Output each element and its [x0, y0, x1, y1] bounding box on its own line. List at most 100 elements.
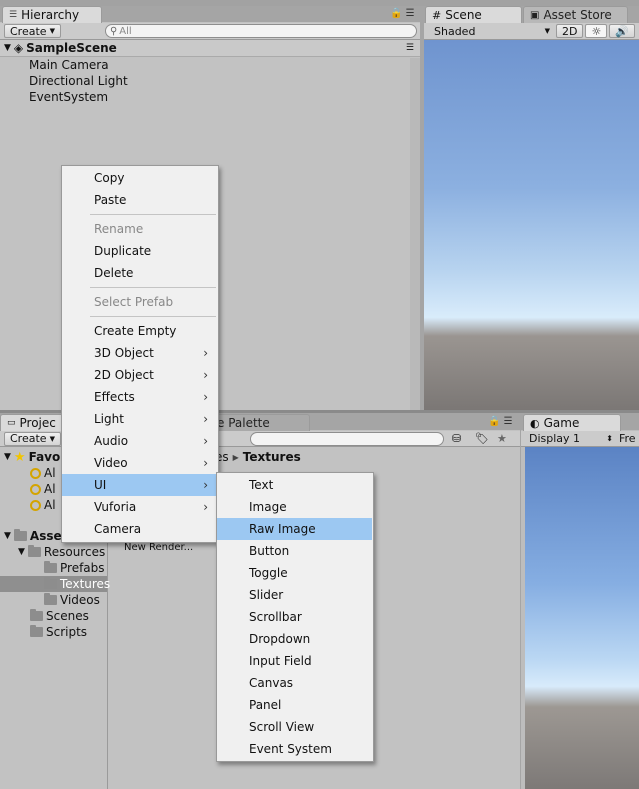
- tab-asset-store[interactable]: ▣ Asset Store: [523, 6, 628, 23]
- submenu-item-toggle[interactable]: Toggle: [217, 562, 372, 584]
- menu-item-delete[interactable]: Delete: [62, 262, 218, 284]
- scene-menu-icon[interactable]: ☰: [406, 43, 414, 53]
- menu-item-video[interactable]: Video ›: [62, 452, 218, 474]
- tab-game[interactable]: ◐ Game: [523, 414, 621, 431]
- submenu-item-dropdown[interactable]: Dropdown: [217, 628, 372, 650]
- panel-controls[interactable]: 🔒 ☰: [390, 8, 415, 19]
- filter-by-label-icon[interactable]: 🏷: [475, 432, 489, 445]
- menu-item-ui[interactable]: UI ›: [62, 474, 218, 496]
- submenu-item-event-system[interactable]: Event System: [217, 738, 372, 760]
- shading-dropdown[interactable]: Shaded ▼: [434, 25, 550, 38]
- assets-header[interactable]: ▼ Asse: [4, 528, 62, 544]
- tab-scene[interactable]: # Scene: [425, 6, 522, 23]
- menu-icon[interactable]: ☰: [406, 8, 415, 19]
- menu-separator: [90, 214, 216, 215]
- submenu-item-button[interactable]: Button: [217, 540, 372, 562]
- scene-viewport[interactable]: [424, 40, 639, 410]
- submenu-item-input-field[interactable]: Input Field: [217, 650, 372, 672]
- chevron-right-icon: ›: [203, 500, 208, 514]
- favorites-item[interactable]: Al: [30, 465, 56, 481]
- star-icon: ★: [13, 449, 26, 465]
- search-filter-icon: [30, 483, 41, 495]
- favorites-item[interactable]: Al: [30, 497, 56, 513]
- favorites-item[interactable]: Al: [30, 481, 56, 497]
- menu-item-duplicate[interactable]: Duplicate: [62, 240, 218, 262]
- chevron-right-icon: ›: [203, 456, 208, 470]
- aspect-dropdown[interactable]: Fre: [619, 432, 636, 445]
- menu-item-2d-object[interactable]: 2D Object ›: [62, 364, 218, 386]
- favorites-header[interactable]: ▼ ★ Favo: [4, 449, 60, 465]
- search-input[interactable]: [117, 25, 416, 37]
- chevron-right-icon: ›: [203, 412, 208, 426]
- hierarchy-item-eventsystem[interactable]: EventSystem: [29, 90, 108, 104]
- filter-by-type-icon[interactable]: ⛁: [452, 432, 461, 445]
- breadcrumb: es ▶ Textures: [215, 450, 301, 464]
- expand-arrow-icon[interactable]: ▼: [4, 43, 11, 53]
- submenu-item-panel[interactable]: Panel: [217, 694, 372, 716]
- menu-item-audio[interactable]: Audio ›: [62, 430, 218, 452]
- submenu-item-text[interactable]: Text: [217, 474, 372, 496]
- folder-icon: [30, 609, 43, 621]
- asset-item[interactable]: New Render...: [124, 542, 193, 553]
- scene-toolbar: Shaded ▼ 2D ☼ 🔊: [424, 23, 639, 40]
- expand-arrow-icon: ▼: [4, 452, 11, 462]
- submenu-item-scrollbar[interactable]: Scrollbar: [217, 606, 372, 628]
- submenu-item-canvas[interactable]: Canvas: [217, 672, 372, 694]
- unity-logo-icon: ◈: [13, 41, 24, 55]
- search-icon: ⚲: [109, 25, 118, 37]
- folder-textures[interactable]: Textures: [44, 576, 110, 592]
- menu-item-light[interactable]: Light ›: [62, 408, 218, 430]
- 2d-toggle-button[interactable]: 2D: [556, 24, 584, 38]
- list-icon: ☰: [9, 10, 18, 20]
- tab-hierarchy[interactable]: ☰ Hierarchy: [2, 6, 102, 23]
- menu-item-paste[interactable]: Paste: [62, 189, 218, 211]
- display-dropdown[interactable]: Display 1 ⬍: [529, 432, 613, 445]
- menu-item-create-empty[interactable]: Create Empty: [62, 320, 218, 342]
- menu-item-camera[interactable]: Camera: [62, 518, 218, 540]
- chevron-right-icon: ›: [203, 368, 208, 382]
- submenu-item-slider[interactable]: Slider: [217, 584, 372, 606]
- lighting-toggle-button[interactable]: ☼: [585, 24, 608, 38]
- hierarchy-search[interactable]: ⚲: [104, 24, 417, 38]
- submenu-item-raw-image[interactable]: Raw Image: [217, 518, 372, 540]
- submenu-item-image[interactable]: Image: [217, 496, 372, 518]
- expand-arrow-icon: ▼: [4, 531, 11, 541]
- chevron-down-icon: ▼: [49, 434, 55, 443]
- folder-prefabs[interactable]: Prefabs: [44, 560, 105, 576]
- chevron-down-icon: ▼: [544, 27, 550, 35]
- lock-icon[interactable]: 🔒: [488, 416, 500, 427]
- hierarchy-item-directional-light[interactable]: Directional Light: [29, 74, 128, 88]
- tab-palette[interactable]: e Palette: [210, 414, 310, 431]
- audio-toggle-button[interactable]: 🔊: [609, 24, 636, 38]
- chevron-down-icon: ▼: [49, 27, 55, 35]
- menu-item-select-prefab: Select Prefab: [94, 295, 174, 309]
- create-button[interactable]: Create ▼: [4, 24, 61, 38]
- menu-item-vuforia[interactable]: Vuforia ›: [62, 496, 218, 518]
- submenu-item-scroll-view[interactable]: Scroll View: [217, 716, 372, 738]
- hierarchy-scrollbar[interactable]: [410, 58, 420, 410]
- project-panel-controls[interactable]: 🔒 ☰: [488, 416, 513, 427]
- chevron-right-icon: ▶: [232, 452, 239, 462]
- menu-item-copy[interactable]: Copy: [62, 167, 218, 189]
- folder-scripts[interactable]: Scripts: [30, 624, 87, 640]
- folder-icon: [30, 625, 43, 637]
- grid-icon: #: [432, 8, 442, 22]
- folder-icon: [27, 545, 41, 557]
- tab-project[interactable]: ▭ Projec: [0, 414, 70, 431]
- project-create-button[interactable]: Create ▼: [4, 431, 61, 446]
- folder-resources[interactable]: ▼ Resources: [18, 544, 105, 560]
- project-search[interactable]: [250, 431, 444, 446]
- game-viewport[interactable]: [525, 447, 639, 789]
- scene-row[interactable]: ▼ ◈ SampleScene ☰: [0, 40, 420, 57]
- menu-icon[interactable]: ☰: [504, 416, 513, 427]
- lock-icon[interactable]: 🔒: [390, 8, 402, 19]
- folder-videos[interactable]: Videos: [44, 592, 100, 608]
- folder-icon: ▭: [7, 418, 16, 428]
- hierarchy-item-main-camera[interactable]: Main Camera: [29, 58, 109, 72]
- chevron-right-icon: ›: [203, 390, 208, 404]
- game-controller-icon: ◐: [530, 416, 540, 430]
- menu-item-effects[interactable]: Effects ›: [62, 386, 218, 408]
- menu-item-3d-object[interactable]: 3D Object ›: [62, 342, 218, 364]
- folder-scenes[interactable]: Scenes: [30, 608, 89, 624]
- favorite-star-icon[interactable]: ★: [497, 432, 507, 445]
